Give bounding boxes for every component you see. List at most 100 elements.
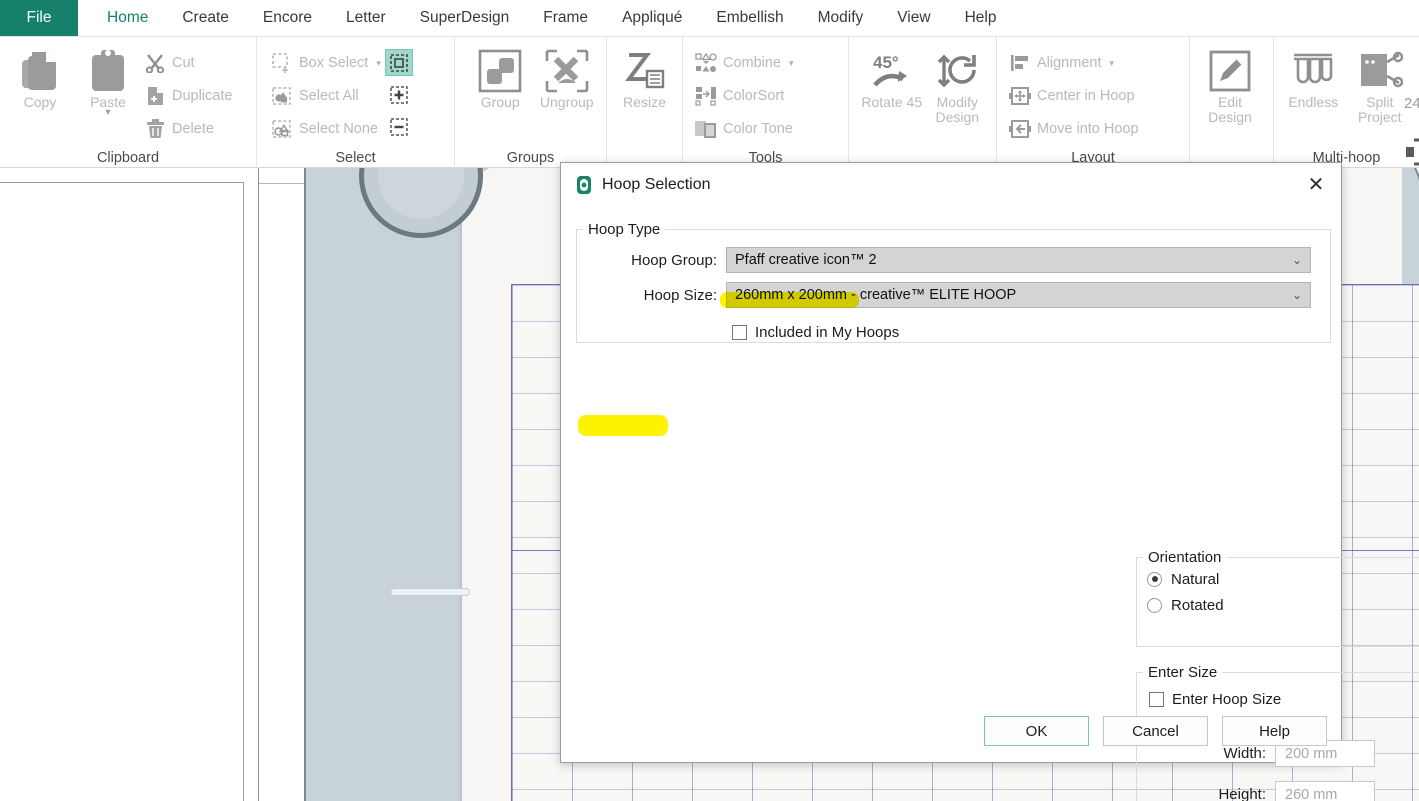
rotate-45-button[interactable]: 45° Rotate 45 xyxy=(861,43,923,110)
help-button[interactable]: Help xyxy=(1222,716,1327,746)
group-label: Group xyxy=(480,94,520,110)
included-in-my-hoops-row[interactable]: Included in My Hoops xyxy=(732,324,1330,341)
dialog-title-bar: Hoop Selection ✕ xyxy=(561,163,1341,206)
tab-applique[interactable]: Appliqué xyxy=(605,0,699,36)
help-label: Help xyxy=(1259,722,1290,740)
tab-home[interactable]: Home xyxy=(90,0,165,36)
paste-button[interactable]: Paste ▾ xyxy=(76,43,140,118)
endless-icon xyxy=(1290,47,1336,95)
tab-superdesign-label: SuperDesign xyxy=(419,9,510,26)
tab-view[interactable]: View xyxy=(880,0,947,36)
hoop-group-row: Hoop Group: Pfaff creative icon™ 2 ⌄ xyxy=(577,247,1330,273)
remove-select-icon[interactable] xyxy=(385,113,413,140)
select-none-label: Select None xyxy=(299,121,378,137)
colorsort-button[interactable]: ColorSort xyxy=(695,82,794,110)
tools-small-buttons: Combine ▾ ColorSort Color Tone xyxy=(695,43,794,143)
resize-icon xyxy=(623,47,667,95)
tab-create-label: Create xyxy=(182,9,229,26)
split-project-label: Split Project xyxy=(1357,94,1402,125)
select-all-button[interactable]: Select All xyxy=(271,82,381,110)
ungroup-icon xyxy=(545,47,589,95)
combine-button[interactable]: Combine ▾ xyxy=(695,49,794,77)
alignment-button[interactable]: Alignment ▾ xyxy=(1009,49,1139,77)
box-select-chevron-down-icon[interactable]: ▾ xyxy=(376,58,381,69)
height-label: Height: xyxy=(1218,786,1266,801)
hoop-size-value: 260mm x 200mm - creative™ ELITE HOOP xyxy=(735,287,1017,303)
paste-chevron-down-icon[interactable]: ▾ xyxy=(105,107,110,119)
enter-size-legend: Enter Size xyxy=(1148,664,1218,681)
select-all-icon xyxy=(271,85,293,107)
hoop-size-label: Hoop Size: xyxy=(643,286,717,304)
split-project-button[interactable]: Split Project xyxy=(1349,43,1412,124)
tab-create[interactable]: Create xyxy=(165,0,246,36)
endless-button[interactable]: Endless xyxy=(1282,43,1345,110)
resize-button[interactable]: Resize xyxy=(615,43,674,110)
copy-icon xyxy=(20,47,60,95)
group-button[interactable]: Group xyxy=(469,43,532,110)
marquee-select-icon[interactable] xyxy=(384,49,413,76)
split-project-icon xyxy=(1357,47,1403,95)
hoop-group-select[interactable]: Pfaff creative icon™ 2 ⌄ xyxy=(726,247,1311,273)
natural-label: Natural xyxy=(1171,570,1220,588)
cancel-label: Cancel xyxy=(1132,722,1179,740)
edit-design-button[interactable]: Edit Design xyxy=(1198,43,1262,124)
modify-design-button[interactable]: Modify Design xyxy=(927,43,989,124)
ribbon-group-tools: Combine ▾ ColorSort Color Tone Tools xyxy=(682,37,848,168)
rotated-radio[interactable] xyxy=(1147,597,1162,613)
center-in-hoop-icon xyxy=(1009,85,1031,107)
tab-superdesign[interactable]: SuperDesign xyxy=(403,0,527,36)
ribbon-toolbar: Copy Paste ▾ Cut Duplicate Delete Clipbo… xyxy=(0,37,1419,168)
ribbon-group-clipboard: Copy Paste ▾ Cut Duplicate Delete Clipbo… xyxy=(0,37,256,168)
tab-embellish[interactable]: Embellish xyxy=(699,0,800,36)
tab-frame[interactable]: Frame xyxy=(526,0,605,36)
select-none-button[interactable]: Select None xyxy=(271,115,381,143)
hoop-group-label: Hoop Group: xyxy=(631,251,717,269)
chevron-down-icon[interactable]: ⌄ xyxy=(1292,288,1302,302)
combine-chevron-down-icon[interactable]: ▾ xyxy=(789,58,794,69)
chevron-down-icon[interactable]: ⌄ xyxy=(1292,253,1302,267)
tab-encore[interactable]: Encore xyxy=(246,0,329,36)
close-icon[interactable]: ✕ xyxy=(1301,170,1331,200)
orientation-option-natural[interactable]: Natural xyxy=(1137,566,1419,592)
tab-file[interactable]: File xyxy=(0,0,78,36)
included-in-my-hoops-checkbox[interactable] xyxy=(732,325,747,340)
center-in-hoop-button[interactable]: Center in Hoop xyxy=(1009,82,1139,110)
alignment-chevron-down-icon[interactable]: ▾ xyxy=(1109,58,1114,69)
move-into-hoop-button[interactable]: Move into Hoop xyxy=(1009,115,1139,143)
box-select-button[interactable]: Box Select ▾ xyxy=(271,49,381,77)
left-panel[interactable] xyxy=(0,182,244,801)
ok-button[interactable]: OK xyxy=(984,716,1089,746)
cancel-button[interactable]: Cancel xyxy=(1103,716,1208,746)
tab-help-label: Help xyxy=(964,9,997,26)
edit-design-label: Edit Design xyxy=(1208,94,1252,125)
cut-button[interactable]: Cut xyxy=(144,49,232,77)
copy-label: Copy xyxy=(23,94,57,110)
natural-radio[interactable] xyxy=(1147,571,1162,587)
tab-modify[interactable]: Modify xyxy=(801,0,881,36)
color-tone-button[interactable]: Color Tone xyxy=(695,115,794,143)
bracket-icon[interactable] xyxy=(1402,137,1419,172)
enter-hoop-size-row[interactable]: Enter Hoop Size xyxy=(1149,691,1419,708)
cut-label: Cut xyxy=(172,55,195,71)
endless-label: Endless xyxy=(1288,94,1339,110)
alignment-label: Alignment xyxy=(1037,55,1102,71)
clipboard-small-buttons: Cut Duplicate Delete xyxy=(144,43,232,143)
ok-label: OK xyxy=(1025,722,1048,740)
select-none-icon xyxy=(271,118,293,140)
ribbon-group-select-title: Select xyxy=(335,150,376,166)
add-select-icon[interactable] xyxy=(385,81,413,108)
delete-button[interactable]: Delete xyxy=(144,115,232,143)
height-input[interactable]: 260 mm xyxy=(1275,781,1375,801)
copy-button[interactable]: Copy xyxy=(8,43,72,110)
group-icon xyxy=(478,47,522,95)
application-window: File Home Create Encore Letter SuperDesi… xyxy=(0,0,1419,801)
tab-letter[interactable]: Letter xyxy=(329,0,403,36)
enter-hoop-size-checkbox[interactable] xyxy=(1149,692,1164,707)
duplicate-label: Duplicate xyxy=(172,88,233,104)
combine-label: Combine xyxy=(723,55,782,71)
duplicate-button[interactable]: Duplicate xyxy=(144,82,232,110)
hoop-size-select[interactable]: 260mm x 200mm - creative™ ELITE HOOP ⌄ xyxy=(726,282,1311,308)
tab-help[interactable]: Help xyxy=(948,0,1014,36)
orientation-option-rotated[interactable]: Rotated xyxy=(1137,592,1419,618)
ungroup-button[interactable]: Ungroup xyxy=(536,43,599,110)
